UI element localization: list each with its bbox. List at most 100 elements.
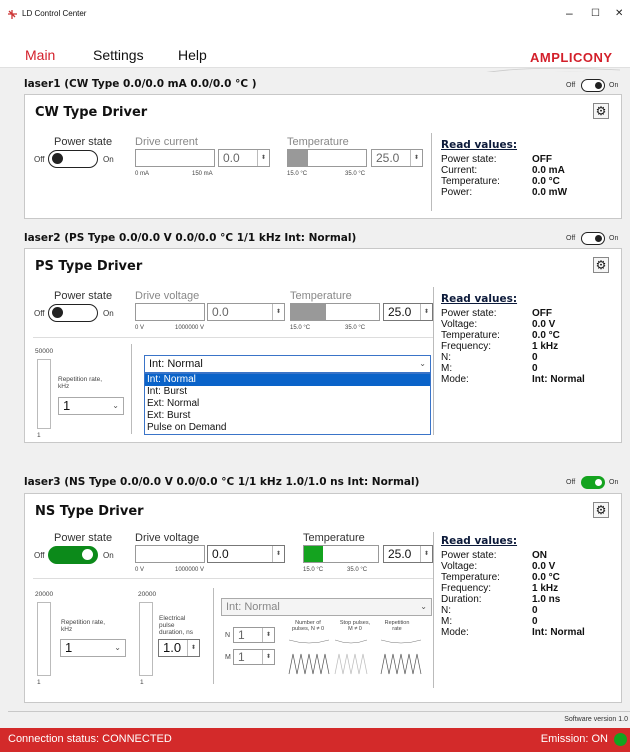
duration-input[interactable]: 1.0 ⬍ — [158, 639, 200, 657]
n-value: 1 — [238, 628, 245, 642]
close-button[interactable]: ✕ — [615, 8, 623, 19]
drive-current-input[interactable]: 0.0 ⬍ — [218, 149, 270, 167]
mode-option[interactable]: Pulse on Demand — [145, 422, 430, 434]
laser2-settings-gear-icon[interactable]: ⚙ — [593, 257, 609, 273]
temperature-slider[interactable] — [287, 149, 367, 167]
separator — [431, 133, 432, 211]
temperature-input[interactable]: 25.0 ⬍ — [383, 545, 433, 563]
temp-min-label: 15.0 °C — [303, 567, 324, 573]
menu-settings[interactable]: Settings — [93, 47, 144, 63]
diagram-number-label: Number of pulses, N ≠ 0 — [291, 620, 325, 632]
read-key: Power state: — [441, 308, 497, 319]
mode-option[interactable]: Ext: Normal — [145, 398, 430, 410]
read-value: OFF — [532, 308, 552, 319]
read-values-title: Read values: — [441, 535, 518, 547]
temperature-value: 25.0 — [388, 305, 412, 319]
drive-voltage-input[interactable]: 0.0 ⬍ — [207, 545, 285, 563]
status-bar: Connection status: CONNECTED Emission: O… — [0, 728, 630, 752]
read-value: 0 — [532, 616, 538, 627]
read-value: 0 — [532, 363, 538, 374]
duration-label: Electrical pulse duration, ns — [159, 615, 193, 636]
drive-voltage-value: 0.0 — [212, 547, 229, 561]
toggle-off-label: Off — [566, 82, 576, 89]
mode-dropdown-list[interactable]: Int: Normal Int: Burst Ext: Normal Ext: … — [144, 373, 431, 435]
n-input[interactable]: 1 ⬍ — [233, 627, 275, 643]
temperature-slider[interactable] — [290, 303, 380, 321]
temperature-slider[interactable] — [303, 545, 379, 563]
temp-min-label: 15.0 °C — [287, 171, 308, 177]
read-value: OFF — [532, 154, 552, 165]
read-value: 0.0 °C — [532, 330, 560, 341]
read-key: Temperature: — [441, 176, 500, 187]
laser1-card: CW Type Driver ⚙ Power state Off On Driv… — [24, 94, 622, 219]
laser2-header: laser2 (PS Type 0.0/0.0 V 0.0/0.0 °C 1/1… — [24, 232, 357, 244]
read-value: 0.0 V — [532, 561, 556, 572]
drive-voltage-input[interactable]: 0.0 ⬍ — [207, 303, 285, 321]
mode-option[interactable]: Int: Burst — [145, 386, 430, 398]
read-value: 0 — [532, 605, 538, 616]
rep-rate-vertical-slider[interactable] — [37, 602, 51, 676]
laser3-header-toggle[interactable]: Off On — [566, 476, 622, 490]
drive-current-slider[interactable] — [135, 149, 215, 167]
minimize-button[interactable]: – — [566, 6, 573, 20]
m-value: 1 — [238, 650, 245, 664]
maximize-button[interactable]: ☐ — [591, 8, 600, 19]
toggle-track — [581, 79, 605, 92]
laser1-settings-gear-icon[interactable]: ⚙ — [593, 103, 609, 119]
temperature-input[interactable]: 25.0 ⬍ — [383, 303, 433, 321]
window-title: LD Control Center — [22, 9, 87, 18]
mode-option[interactable]: Ext: Burst — [145, 410, 430, 422]
separator — [131, 344, 132, 434]
read-key: N: — [441, 352, 451, 363]
power-on-label: On — [103, 551, 114, 560]
mode-option[interactable]: Int: Normal — [145, 374, 430, 386]
m-input[interactable]: 1 ⬍ — [233, 649, 275, 665]
laser3-title: NS Type Driver — [35, 504, 144, 519]
duration-vertical-slider[interactable] — [139, 602, 153, 676]
read-value: Int: Normal — [532, 627, 585, 638]
laser3-power-toggle[interactable] — [48, 546, 98, 564]
toggle-on-label: On — [609, 479, 619, 486]
m-label: M — [225, 654, 231, 661]
power-off-label: Off — [34, 551, 45, 560]
laser2-power-toggle[interactable] — [48, 304, 98, 322]
toggle-track — [581, 476, 605, 489]
menu-help[interactable]: Help — [178, 47, 207, 63]
temperature-label: Temperature — [290, 290, 352, 302]
laser3-settings-gear-icon[interactable]: ⚙ — [593, 502, 609, 518]
power-state-label: Power state — [54, 290, 113, 302]
read-key: Mode: — [441, 627, 469, 638]
temperature-value: 25.0 — [376, 151, 400, 165]
laser1-power-toggle[interactable] — [48, 150, 98, 168]
read-key: Frequency: — [441, 341, 492, 352]
laser3-header: laser3 (NS Type 0.0/0.0 V 0.0/0.0 °C 1/1… — [24, 476, 420, 488]
rep-rate-vertical-slider[interactable] — [37, 359, 51, 429]
read-value: 0.0 V — [532, 319, 556, 330]
toggle-track — [581, 232, 605, 245]
mode-select-value: Int: Normal — [149, 358, 203, 370]
read-value: ON — [532, 550, 547, 561]
drive-max-label: 150 mA — [192, 171, 213, 177]
menu-main[interactable]: Main — [25, 47, 55, 63]
read-key: Current: — [441, 165, 478, 176]
read-values-title: Read values: — [441, 293, 518, 305]
read-value: 0.0 mA — [532, 165, 565, 176]
drive-voltage-slider[interactable] — [135, 303, 205, 321]
laser2-header-toggle[interactable]: Off On — [566, 232, 622, 246]
rep-rate-min-label: 1 — [37, 432, 41, 439]
software-version: Software version 1.0 — [564, 716, 628, 723]
read-values-title: Read values: — [441, 139, 518, 151]
rep-rate-select[interactable]: 1 ⌄ — [60, 639, 126, 657]
rep-rate-select[interactable]: 1 ⌄ — [58, 397, 124, 415]
duration-max-label: 20000 — [138, 591, 157, 598]
rep-rate-label: Repetition rate, kHz — [58, 376, 103, 390]
mode-select[interactable]: Int: Normal ⌄ — [144, 355, 431, 373]
mode-select-disabled[interactable]: Int: Normal ⌄ — [221, 598, 432, 616]
laser1-header-toggle[interactable]: Off On — [566, 79, 622, 93]
main-content: laser1 (CW Type 0.0/0.0 mA 0.0/0.0 °C ) … — [8, 72, 630, 712]
temperature-input[interactable]: 25.0 ⬍ — [371, 149, 423, 167]
power-off-label: Off — [34, 309, 45, 318]
temp-min-label: 15.0 °C — [290, 325, 311, 331]
drive-voltage-slider[interactable] — [135, 545, 205, 563]
brand-logo: AMPLICONY — [530, 50, 613, 65]
